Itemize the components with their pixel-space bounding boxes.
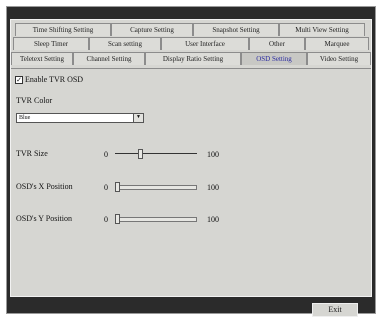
exit-button[interactable]: Exit	[312, 303, 358, 317]
tab-capture[interactable]: Capture Setting	[111, 23, 193, 36]
slider-thumb[interactable]	[138, 149, 143, 159]
tab-teletext[interactable]: Teletext Setting	[11, 52, 73, 65]
checkbox-box[interactable]: ✓	[15, 75, 23, 84]
tab-channel[interactable]: Channel Setting	[73, 52, 145, 65]
tvr-size-max: 100	[207, 150, 219, 159]
osd-y-position-slider[interactable]	[115, 214, 197, 224]
slider-thumb[interactable]	[115, 214, 120, 224]
slider-track	[115, 185, 197, 190]
slider-track	[115, 153, 197, 154]
tab-row-2: Sleep Timer Scan setting User Interface …	[13, 37, 369, 50]
osd-x-position-slider[interactable]	[115, 182, 197, 192]
osd-y-position-label: OSD's Y Position	[16, 214, 72, 223]
slider-thumb[interactable]	[115, 182, 120, 192]
tvr-color-select[interactable]: Blue ▼	[16, 113, 144, 123]
tvr-color-label: TVR Color	[16, 96, 53, 105]
tab-display-ratio[interactable]: Display Ratio Setting	[145, 52, 241, 65]
settings-dialog: Time Shifting Setting Capture Setting Sn…	[10, 19, 372, 297]
osd-x-max: 100	[207, 183, 219, 192]
tab-other[interactable]: Other	[249, 37, 305, 50]
tab-time-shifting[interactable]: Time Shifting Setting	[15, 23, 111, 36]
tab-scan[interactable]: Scan setting	[89, 37, 161, 50]
osd-y-min: 0	[104, 215, 108, 224]
osd-settings-panel: ✓ Enable TVR OSD TVR Color Blue ▼ TVR Si…	[11, 68, 371, 297]
tab-snapshot[interactable]: Snapshot Setting	[193, 23, 279, 36]
enable-tvr-osd-label: Enable TVR OSD	[25, 75, 84, 84]
tab-multi-view[interactable]: Multi View Setting	[279, 23, 365, 36]
osd-x-min: 0	[104, 183, 108, 192]
tab-marquee[interactable]: Marquee	[305, 37, 369, 50]
tab-sleep-timer[interactable]: Sleep Timer	[13, 37, 89, 50]
enable-tvr-osd-checkbox[interactable]: ✓ Enable TVR OSD	[15, 75, 83, 84]
tab-row-1: Time Shifting Setting Capture Setting Sn…	[15, 23, 365, 36]
tvr-size-min: 0	[104, 150, 108, 159]
tab-video[interactable]: Video Setting	[307, 52, 371, 65]
tab-user-interface[interactable]: User Interface	[161, 37, 249, 50]
tvr-size-label: TVR Size	[16, 149, 48, 158]
osd-x-position-label: OSD's X Position	[16, 182, 73, 191]
tvr-color-value: Blue	[19, 115, 31, 121]
tvr-size-slider[interactable]	[115, 149, 197, 159]
slider-track	[115, 217, 197, 222]
tab-osd-setting[interactable]: OSD Setting	[241, 52, 307, 65]
tab-row-3: Teletext Setting Channel Setting Display…	[11, 52, 371, 65]
osd-y-max: 100	[207, 215, 219, 224]
dropdown-arrow-icon[interactable]: ▼	[133, 114, 143, 122]
